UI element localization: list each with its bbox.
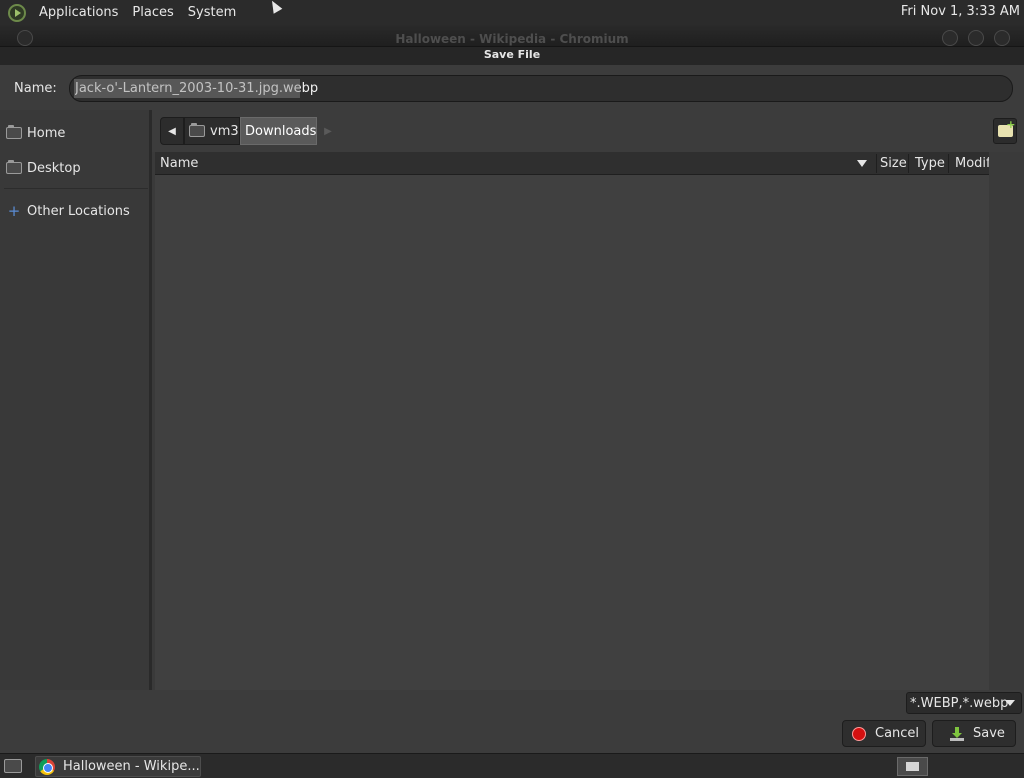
show-desktop-icon[interactable]	[4, 759, 22, 773]
chevron-right-icon: ▶	[324, 125, 332, 137]
dialog-header: Save File	[0, 47, 1024, 65]
save-label: Save	[973, 726, 1005, 741]
menu-applications[interactable]: Applications	[32, 5, 125, 20]
path-forward-button[interactable]: ▶	[317, 117, 339, 145]
minimize-icon[interactable]	[942, 30, 958, 46]
applications-logo-icon[interactable]	[8, 3, 26, 22]
sidebar-item-label: Home	[27, 125, 66, 141]
path-crumb-downloads[interactable]: Downloads	[240, 117, 317, 145]
cancel-button[interactable]: Cancel	[842, 720, 926, 747]
path-crumb-vm3[interactable]: vm3	[184, 117, 240, 145]
sidebar-item-other-locations[interactable]: + Other Locations	[6, 200, 130, 222]
cancel-icon	[852, 726, 866, 741]
chromium-icon	[39, 758, 55, 775]
taskbar-window-label: Halloween - Wikipe...	[63, 759, 200, 774]
path-crumb-label: Downloads	[245, 123, 317, 139]
clock[interactable]: Fri Nov 1, 3:33 AM	[901, 4, 1020, 19]
column-divider	[948, 154, 949, 173]
sidebar-item-desktop[interactable]: Desktop	[6, 157, 81, 179]
maximize-icon[interactable]	[968, 30, 984, 46]
path-crumb-label: vm3	[210, 123, 239, 139]
places-sidebar: Home Desktop + Other Locations	[0, 110, 152, 690]
filename-input[interactable]	[69, 75, 1013, 102]
window-title: Halloween - Wikipedia - Chromium	[395, 32, 629, 46]
sidebar-item-label: Other Locations	[27, 203, 130, 219]
save-download-icon	[950, 726, 964, 741]
path-back-button[interactable]: ◀	[160, 117, 184, 145]
create-folder-button[interactable]	[993, 118, 1017, 144]
plus-icon: +	[7, 202, 21, 220]
sidebar-item-label: Desktop	[27, 160, 81, 176]
taskbar: Halloween - Wikipe...	[0, 753, 1024, 778]
chevron-left-icon: ◀	[168, 125, 176, 137]
column-modified[interactable]: Modif	[955, 156, 991, 171]
close-icon[interactable]	[994, 30, 1010, 46]
menu-places[interactable]: Places	[125, 5, 180, 20]
top-panel: Applications Places System Fri Nov 1, 3:…	[0, 0, 1024, 25]
window-title-bar[interactable]: Halloween - Wikipedia - Chromium	[0, 25, 1024, 47]
workspace-switcher[interactable]	[897, 757, 928, 776]
column-divider	[876, 154, 877, 173]
file-type-filter[interactable]: *.WEBP,*.webp	[906, 692, 1022, 714]
chevron-down-icon	[1005, 700, 1015, 706]
file-list-scroll-area[interactable]	[989, 152, 1024, 690]
name-label: Name:	[14, 81, 57, 96]
save-button[interactable]: Save	[932, 720, 1016, 747]
sort-descending-icon[interactable]	[857, 160, 867, 167]
column-type[interactable]: Type	[915, 156, 945, 171]
folder-desktop-icon	[6, 160, 22, 174]
column-divider	[908, 154, 909, 173]
dialog-title: Save File	[483, 48, 541, 61]
column-size[interactable]: Size	[880, 156, 907, 171]
new-folder-icon	[997, 118, 1016, 137]
sidebar-divider	[4, 188, 148, 189]
folder-home-icon	[189, 123, 205, 137]
folder-home-icon	[6, 125, 22, 139]
file-type-filter-value: *.WEBP,*.webp	[910, 695, 1009, 711]
taskbar-window-button[interactable]: Halloween - Wikipe...	[35, 756, 201, 777]
file-list-header: Name Size Type Modif	[155, 152, 991, 175]
file-list[interactable]	[155, 175, 989, 690]
menu-system[interactable]: System	[181, 5, 243, 20]
cancel-label: Cancel	[875, 726, 920, 741]
sidebar-item-home[interactable]: Home	[6, 122, 65, 144]
column-name[interactable]: Name	[160, 156, 198, 171]
